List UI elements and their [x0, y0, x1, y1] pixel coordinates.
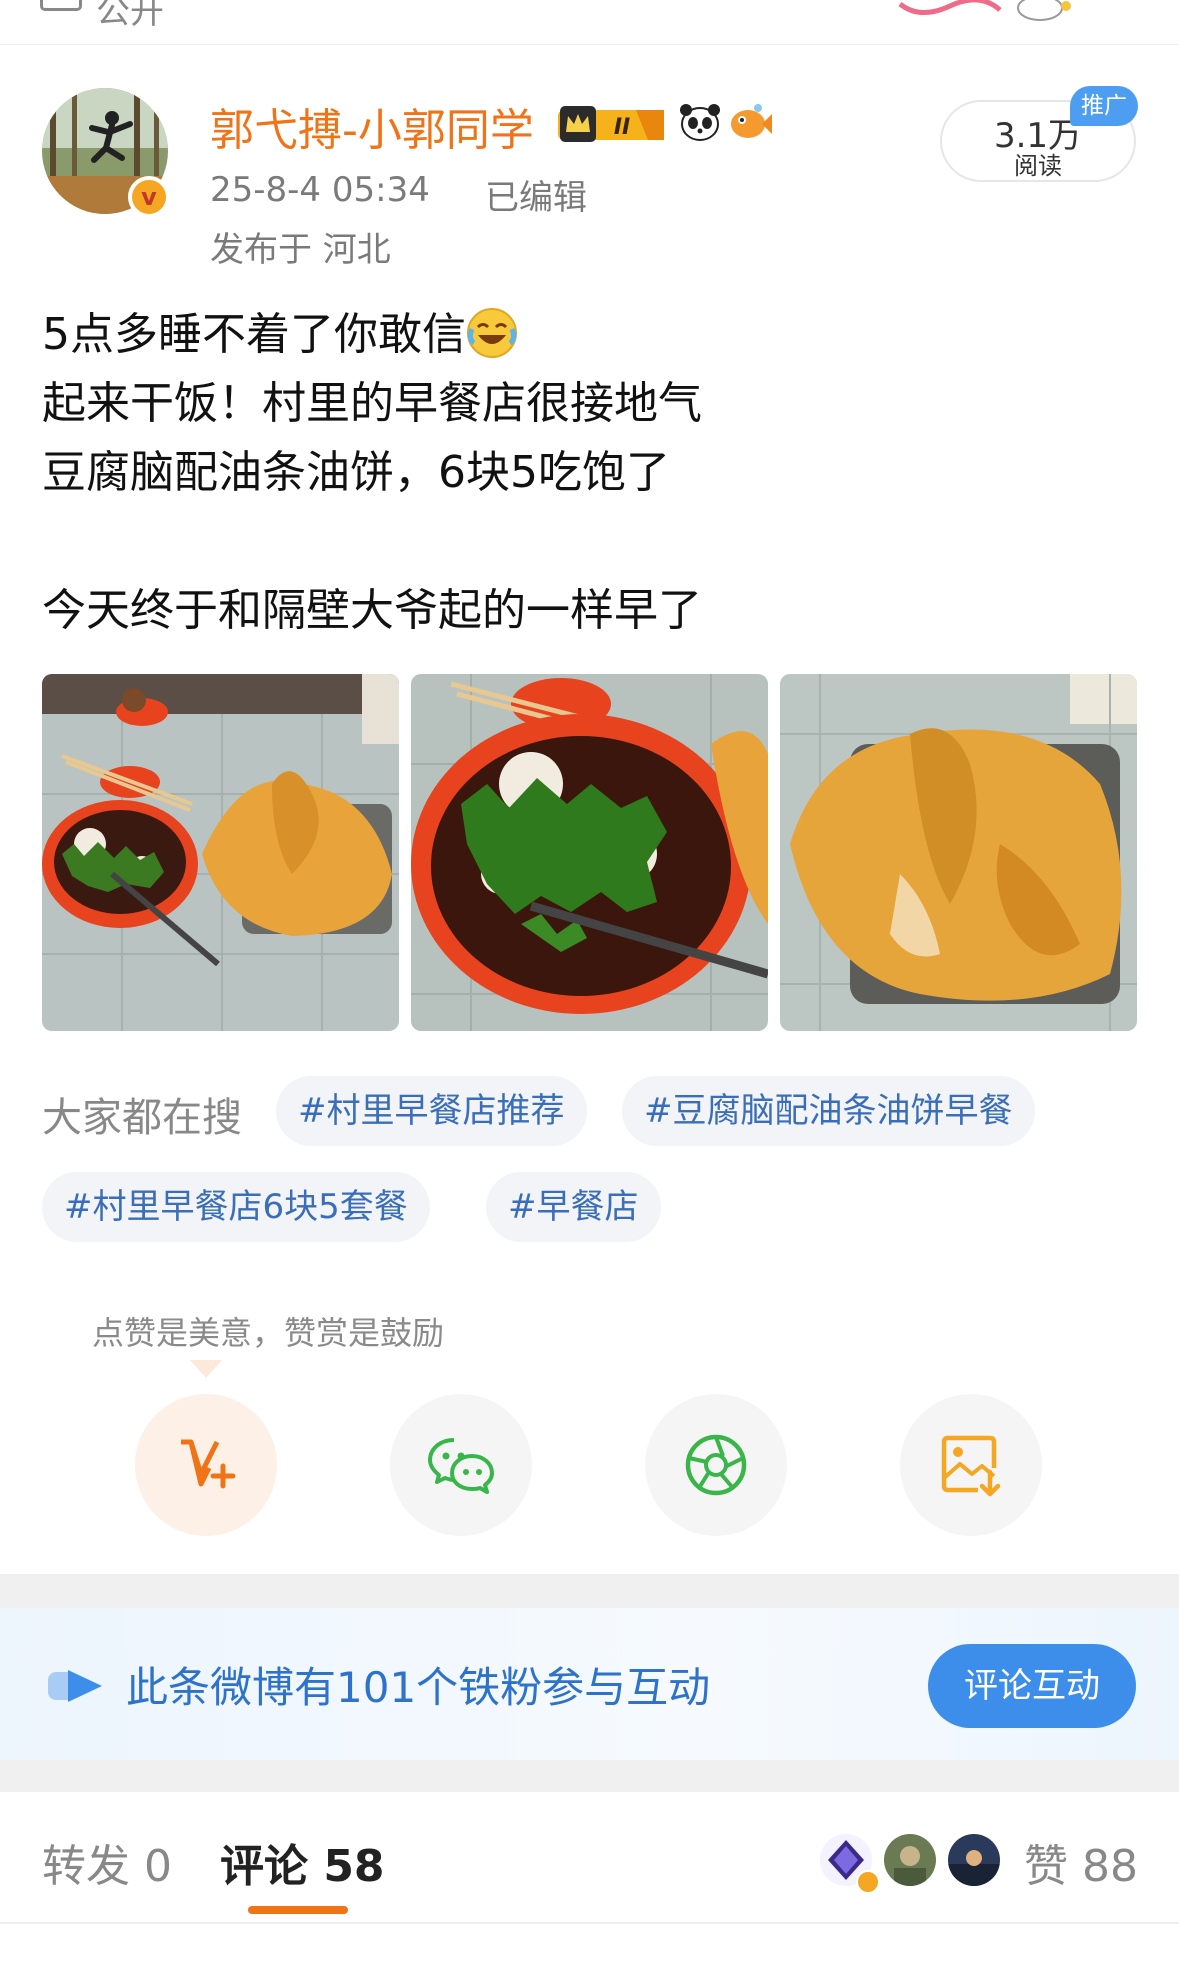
wechat-icon: [428, 1438, 494, 1494]
section-divider: [0, 1574, 1179, 1608]
liker-avatar[interactable]: [946, 1832, 1002, 1888]
post-photo-3[interactable]: [780, 674, 1137, 1031]
wechat-share-button[interactable]: [390, 1394, 532, 1536]
trending-tag[interactable]: #早餐店: [486, 1172, 661, 1242]
save-image-icon: [941, 1435, 1001, 1497]
post-text: 5点多睡不着了你敢信 起来干饭！村里的早餐店很接地气 豆腐脑配油条油饼，6块5吃…: [42, 300, 702, 645]
liker-verified-icon: [856, 1870, 880, 1894]
post-line-1: 5点多睡不着了你敢信: [42, 309, 466, 360]
visibility-label: 公开: [96, 0, 164, 32]
trending-label: 大家都在搜: [42, 1095, 242, 1141]
liker-avatar[interactable]: [882, 1832, 938, 1888]
trending-tag[interactable]: #村里早餐店推荐: [276, 1076, 587, 1146]
banner-text: 此条微博有101个铁粉参与互动: [126, 1663, 711, 1712]
fans-interaction-banner[interactable]: 此条微博有101个铁粉参与互动 评论互动: [0, 1608, 1179, 1760]
fan-interaction-icon: [48, 1670, 102, 1702]
post-line-2: 起来干饭！村里的早餐店很接地气: [42, 378, 702, 429]
author-name[interactable]: 郭弋搏-小郭同学: [210, 94, 534, 158]
post-location: 发布于 河北: [210, 230, 391, 270]
active-tab-indicator: [248, 1906, 348, 1914]
visibility-icon: [40, 0, 82, 11]
comment-interaction-button[interactable]: 评论互动: [928, 1644, 1136, 1728]
moments-icon: [685, 1434, 747, 1496]
post-photo-1[interactable]: [42, 674, 399, 1031]
trending-tag[interactable]: #村里早餐店6块5套餐: [42, 1172, 430, 1242]
moments-share-button[interactable]: [645, 1394, 787, 1536]
post-line-3: 豆腐脑配油条油饼，6块5吃饱了: [42, 447, 670, 498]
reward-tip: 点赞是美意，赞赏是鼓励: [92, 1314, 445, 1352]
vip-crown-badge-icon[interactable]: II: [556, 104, 668, 144]
tab-like[interactable]: 赞 88: [1024, 1830, 1138, 1894]
top-bar: 公开: [0, 0, 1179, 45]
post-photo-2[interactable]: [411, 674, 768, 1031]
tab-repost[interactable]: 转发 0: [42, 1830, 172, 1894]
edited-label[interactable]: 已编辑: [485, 170, 587, 219]
fish-badge-icon[interactable]: [728, 102, 772, 142]
panda-badge-icon[interactable]: [678, 102, 722, 142]
sticker-decoration-icon: [898, 0, 1071, 21]
v-plus-button[interactable]: [135, 1394, 277, 1536]
tip-arrow-icon: [190, 1360, 222, 1378]
trending-tag[interactable]: #豆腐脑配油条油饼早餐: [622, 1076, 1035, 1146]
save-image-button[interactable]: [900, 1394, 1042, 1536]
reads-label: 阅读: [1014, 152, 1062, 180]
tabs-divider: [0, 1922, 1179, 1924]
tab-comment[interactable]: 评论 58: [220, 1830, 385, 1894]
laugh-cry-icon: [467, 308, 517, 358]
vip-level: II: [614, 115, 630, 140]
verified-badge-icon: v: [128, 176, 170, 218]
v-plus-icon: [181, 1439, 236, 1489]
promotion-tag[interactable]: 推广: [1070, 86, 1138, 126]
section-divider: [0, 1760, 1179, 1792]
post-timestamp: 25-8-4 05:34: [210, 170, 430, 210]
post-line-4: 今天终于和隔壁大爷起的一样早了: [42, 585, 702, 636]
